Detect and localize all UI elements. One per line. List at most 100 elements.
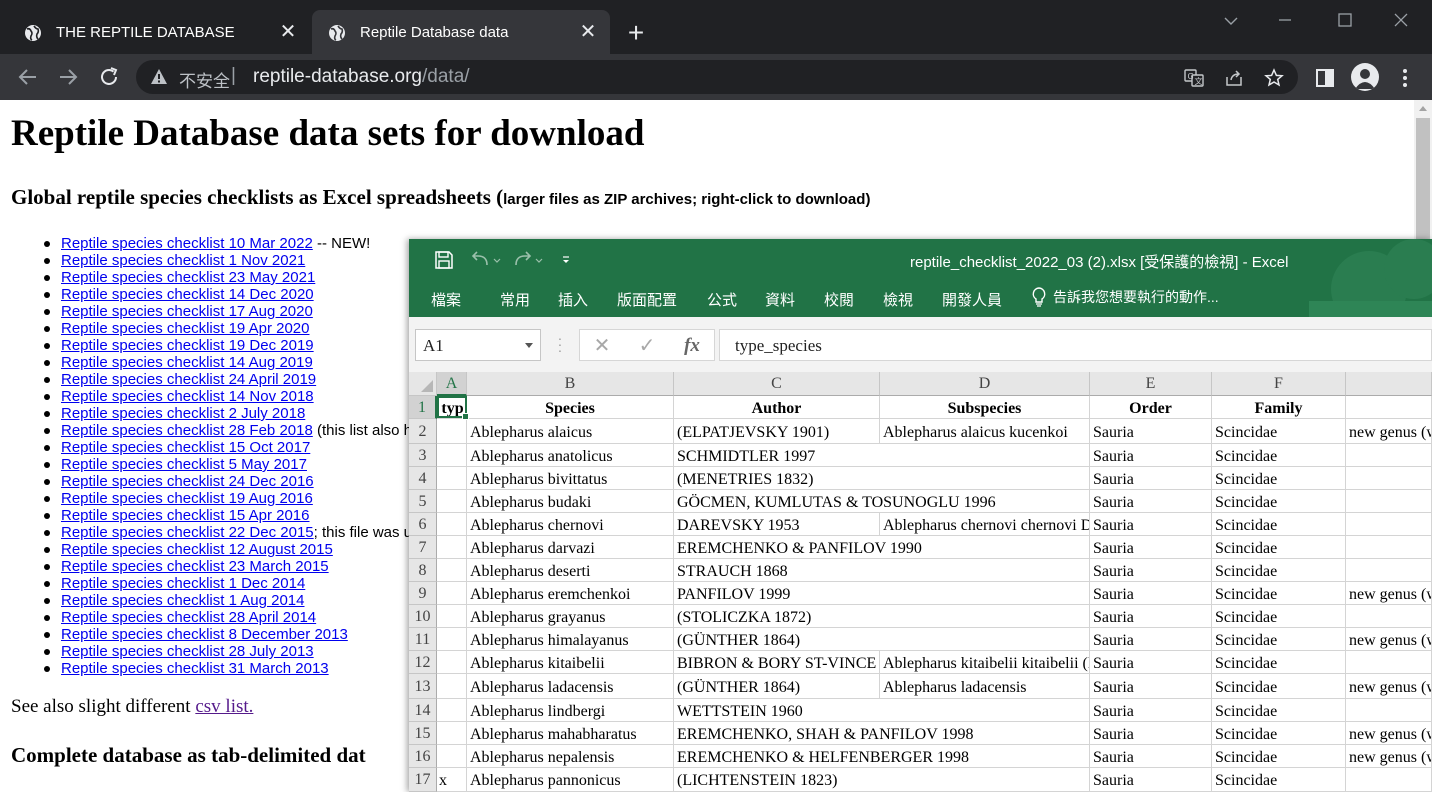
data-cell[interactable]: Sauria: [1090, 559, 1212, 582]
new-tab-plus-icon[interactable]: +: [622, 19, 650, 48]
insert-function-icon[interactable]: fx: [680, 334, 704, 358]
data-cell[interactable]: Ablepharus lindbergi: [467, 699, 674, 722]
data-cell[interactable]: [437, 419, 467, 444]
data-cell[interactable]: [1346, 559, 1432, 582]
data-cell[interactable]: EREMCHENKO & HELFENBERGER 1998: [674, 745, 1090, 768]
checklist-download-link[interactable]: Reptile species checklist 1 Nov 2021: [61, 252, 305, 269]
row-header[interactable]: 16: [409, 745, 437, 768]
data-cell[interactable]: [1346, 513, 1432, 536]
data-cell[interactable]: [437, 651, 467, 674]
data-cell[interactable]: [1346, 768, 1432, 792]
checklist-download-link[interactable]: Reptile species checklist 5 May 2017: [61, 456, 307, 473]
data-cell[interactable]: [437, 722, 467, 745]
menu-page-layout[interactable]: 版面配置: [617, 289, 677, 310]
data-cell[interactable]: Ablepharus deserti: [467, 559, 674, 582]
data-cell[interactable]: [437, 582, 467, 605]
data-cell[interactable]: [437, 674, 467, 699]
data-cell[interactable]: [1346, 605, 1432, 628]
data-cell[interactable]: DAREVSKY 1953: [674, 513, 880, 536]
data-cell[interactable]: new genus (w: [1346, 674, 1432, 699]
minimize-icon[interactable]: [1270, 8, 1300, 32]
side-panel-icon[interactable]: [1313, 66, 1337, 90]
data-cell[interactable]: Scincidae: [1212, 605, 1346, 628]
menu-review[interactable]: 校閱: [824, 289, 854, 310]
name-box[interactable]: A1: [415, 329, 541, 361]
menu-home[interactable]: 常用: [500, 289, 530, 310]
column-header[interactable]: A: [437, 372, 467, 396]
data-cell[interactable]: new genus (w: [1346, 722, 1432, 745]
checklist-download-link[interactable]: Reptile species checklist 28 July 2013: [61, 643, 314, 660]
more-menu-icon[interactable]: [1393, 66, 1417, 90]
data-cell[interactable]: Sauria: [1090, 513, 1212, 536]
select-all-corner[interactable]: [409, 372, 437, 396]
data-cell[interactable]: [437, 467, 467, 490]
checklist-download-link[interactable]: Reptile species checklist 17 Aug 2020: [61, 303, 313, 320]
data-cell[interactable]: EREMCHENKO, SHAH & PANFILOV 1998: [674, 722, 1090, 745]
checklist-download-link[interactable]: Reptile species checklist 24 Dec 2016: [61, 473, 314, 490]
checklist-download-link[interactable]: Reptile species checklist 19 Apr 2020: [61, 320, 309, 337]
url-text[interactable]: reptile-database.org/data/: [253, 66, 470, 88]
formula-input[interactable]: type_species: [719, 329, 1432, 361]
data-cell[interactable]: (LICHTENSTEIN 1823): [674, 768, 1090, 792]
column-header[interactable]: D: [880, 372, 1090, 396]
data-cell[interactable]: new genus (w: [1346, 628, 1432, 651]
window-close-icon[interactable]: [1386, 8, 1416, 32]
data-cell[interactable]: [437, 559, 467, 582]
checklist-download-link[interactable]: Reptile species checklist 15 Oct 2017: [61, 439, 310, 456]
data-cell[interactable]: [437, 745, 467, 768]
checklist-download-link[interactable]: Reptile species checklist 19 Dec 2019: [61, 337, 314, 354]
header-cell[interactable]: [1346, 396, 1432, 419]
menu-file[interactable]: 檔案: [431, 289, 461, 310]
data-cell[interactable]: Scincidae: [1212, 699, 1346, 722]
back-arrow-icon[interactable]: [15, 64, 41, 90]
cancel-x-icon[interactable]: ✕: [590, 334, 614, 358]
data-cell[interactable]: Scincidae: [1212, 536, 1346, 559]
column-header[interactable]: B: [467, 372, 674, 396]
menu-formulas[interactable]: 公式: [707, 289, 737, 310]
checklist-download-link[interactable]: Reptile species checklist 23 May 2021: [61, 269, 315, 286]
data-cell[interactable]: Sauria: [1090, 467, 1212, 490]
header-cell[interactable]: Order: [1090, 396, 1212, 419]
row-header[interactable]: 17: [409, 768, 437, 792]
forward-arrow-icon[interactable]: [55, 64, 81, 90]
data-cell[interactable]: PANFILOV 1999: [674, 582, 1090, 605]
data-cell[interactable]: [437, 536, 467, 559]
address-bar[interactable]: 不安全 | reptile-database.org/data/ G文: [136, 60, 1298, 94]
data-cell[interactable]: Scincidae: [1212, 651, 1346, 674]
row-header[interactable]: 13: [409, 674, 437, 699]
row-header[interactable]: 3: [409, 444, 437, 467]
customize-qat-icon[interactable]: [561, 249, 571, 271]
data-cell[interactable]: [1346, 536, 1432, 559]
data-cell[interactable]: [1346, 467, 1432, 490]
data-cell[interactable]: [1346, 699, 1432, 722]
data-cell[interactable]: Scincidae: [1212, 467, 1346, 490]
data-cell[interactable]: Ablepharus darvazi: [467, 536, 674, 559]
checklist-download-link[interactable]: Reptile species checklist 2 July 2018: [61, 405, 305, 422]
checklist-download-link[interactable]: Reptile species checklist 28 Feb 2018: [61, 422, 313, 439]
data-cell[interactable]: Scincidae: [1212, 628, 1346, 651]
data-cell[interactable]: Sauria: [1090, 419, 1212, 444]
spreadsheet-grid[interactable]: A B C D E F 1 2 3 4 5 6 7 8 9 10 11 12 13 14 15 16 17 typ Specie…: [409, 372, 1432, 792]
menu-view[interactable]: 檢視: [883, 289, 913, 310]
data-cell[interactable]: new genus (w: [1346, 582, 1432, 605]
tell-me-search[interactable]: 告訴我您想要執行的動作...: [1031, 287, 1219, 307]
data-cell[interactable]: Scincidae: [1212, 722, 1346, 745]
row-header[interactable]: 4: [409, 467, 437, 490]
data-cell[interactable]: SCHMIDTLER 1997: [674, 444, 1090, 467]
header-cell[interactable]: Subspecies: [880, 396, 1090, 419]
data-cell[interactable]: Ablepharus nepalensis: [467, 745, 674, 768]
data-cell[interactable]: Scincidae: [1212, 745, 1346, 768]
tab-close-icon[interactable]: ✕: [278, 22, 298, 42]
data-cell[interactable]: Ablepharus ladacensis: [467, 674, 674, 699]
data-cell[interactable]: (GÜNTHER 1864): [674, 674, 880, 699]
row-header[interactable]: 6: [409, 513, 437, 536]
header-cell[interactable]: Author: [674, 396, 880, 419]
checklist-download-link[interactable]: Reptile species checklist 24 April 2019: [61, 371, 316, 388]
tab-reptile-database[interactable]: THE REPTILE DATABASE ✕: [8, 10, 310, 54]
data-cell[interactable]: [437, 444, 467, 467]
undo-icon[interactable]: [471, 249, 501, 271]
checklist-download-link[interactable]: Reptile species checklist 31 March 2013: [61, 660, 329, 677]
checklist-download-link[interactable]: Reptile species checklist 14 Nov 2018: [61, 388, 314, 405]
reload-icon[interactable]: [96, 64, 122, 90]
data-cell[interactable]: Sauria: [1090, 745, 1212, 768]
